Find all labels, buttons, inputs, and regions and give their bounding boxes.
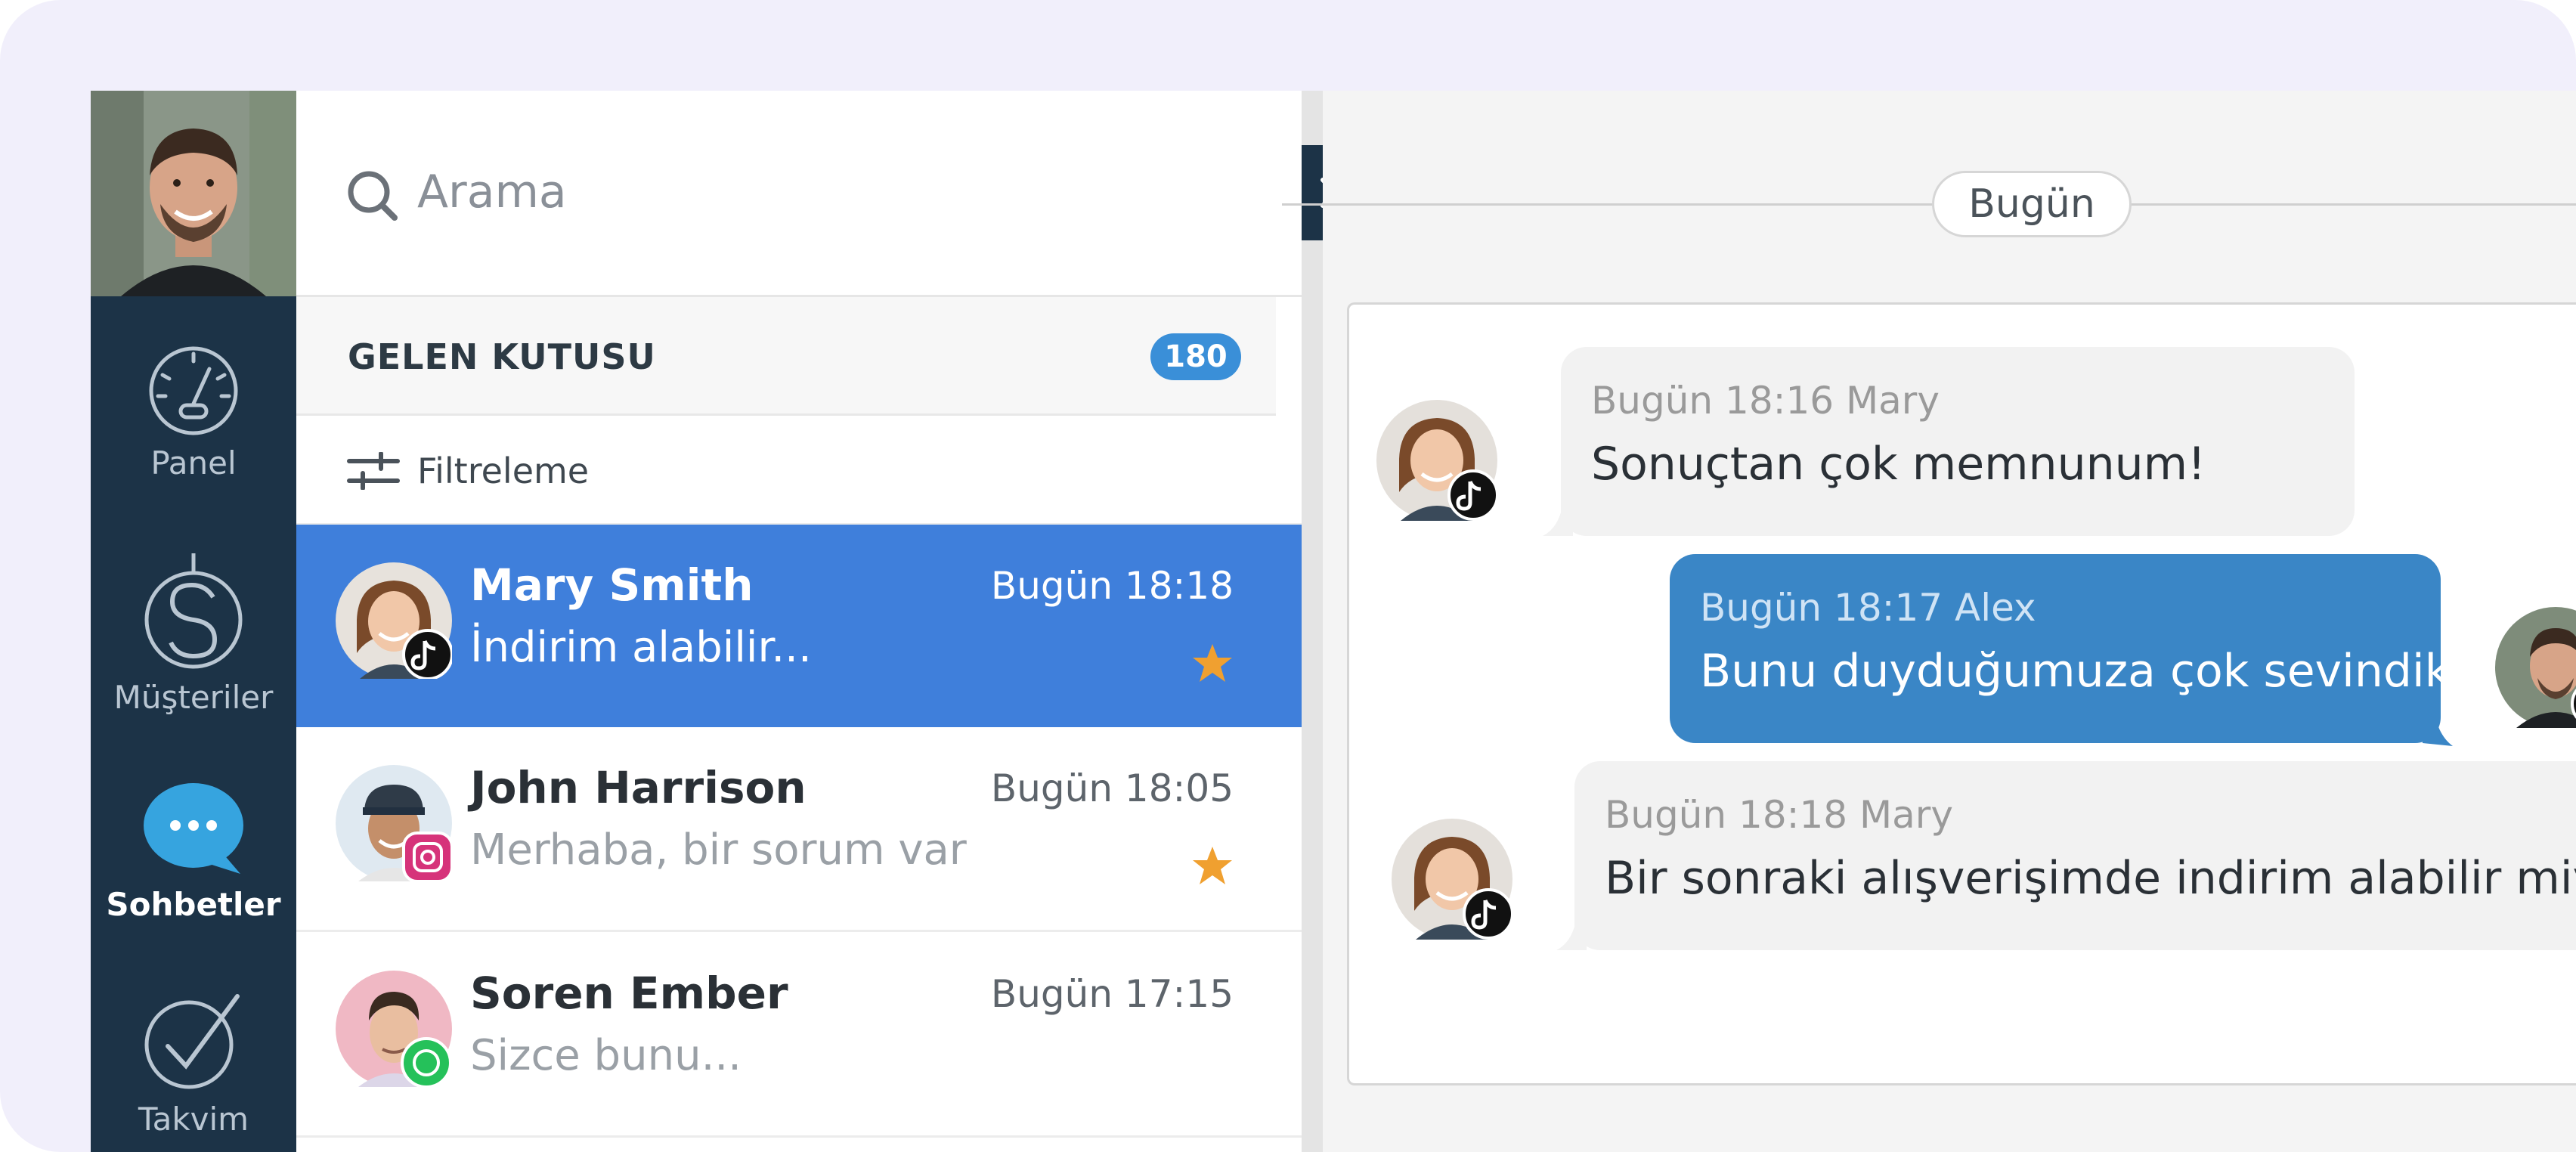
- inbox-count-badge: 180: [1150, 333, 1241, 380]
- dollar-icon: [144, 553, 243, 669]
- message-avatar: [1376, 400, 1497, 521]
- inbox-header: GELEN KUTUSU 180: [296, 297, 1276, 416]
- user-avatar[interactable]: [91, 91, 296, 296]
- bubble-tail: [1556, 911, 1587, 950]
- bubble-tail: [1543, 497, 1573, 536]
- day-separator-pill: Bugün: [1932, 171, 2132, 237]
- star-icon[interactable]: [1191, 643, 1234, 683]
- day-separator-line: [1282, 203, 2576, 206]
- conversation-time: Bugün 18:05: [990, 766, 1234, 810]
- check-circle-icon: [144, 994, 240, 1089]
- message-avatar: [1392, 819, 1512, 940]
- tiktok-icon: [1447, 469, 1497, 521]
- nav-panel[interactable]: Panel: [91, 345, 296, 482]
- contact-name: Mary Smith: [470, 559, 754, 611]
- conversation-row[interactable]: Soren Ember Bugün 17:15 Sizce bunu...: [296, 933, 1302, 1138]
- tiktok-icon: [1463, 888, 1512, 940]
- instagram-icon: [402, 831, 452, 881]
- message-meta: Bugün 18:18 Mary: [1605, 793, 1953, 837]
- sliders-icon: [347, 452, 400, 490]
- app-window: Panel Müşteriler Sohbetler Takvim Arama …: [91, 91, 2576, 1152]
- message-bubble: Bugün 18:18 Mary Bir sonraki alışverişim…: [1574, 761, 2576, 950]
- whatsapp-icon: [401, 1037, 452, 1087]
- chat-pane: Bugün Bugün 18:16 Mary Sonuçtan çok memn…: [1282, 91, 2576, 1152]
- filter-button[interactable]: Filtreleme: [296, 416, 1302, 525]
- message-avatar: [2495, 607, 2576, 728]
- contact-name: Soren Ember: [470, 968, 788, 1019]
- conversation-time: Bugün 17:15: [990, 972, 1234, 1016]
- conversation-row[interactable]: John Harrison Bugün 18:05 Merhaba, bir s…: [296, 727, 1302, 932]
- message-bubble: Bugün 18:17 Alex Bunu duyduğumuza çok se…: [1670, 554, 2469, 743]
- message-text: Bir sonraki alışverişimde indirim alabil…: [1605, 852, 2576, 905]
- message-meta: Bugün 18:17 Alex: [1700, 586, 2036, 630]
- tiktok-icon: [402, 629, 452, 679]
- message-preview: Merhaba, bir sorum var: [470, 825, 967, 875]
- message-bubble: Bugün 18:16 Mary Sonuçtan çok memnunum!: [1561, 347, 2355, 536]
- conversation-row[interactable]: Mary Smith Bugün 18:18 İndirim alabilir.…: [296, 525, 1302, 727]
- message-preview: İndirim alabilir...: [470, 623, 812, 672]
- message-thread: Bugün 18:16 Mary Sonuçtan çok memnunum! …: [1347, 302, 2576, 1085]
- nav-calendar[interactable]: Takvim: [91, 990, 296, 1138]
- panel-divider[interactable]: [1302, 91, 1323, 1152]
- nav-chats[interactable]: Sohbetler: [91, 780, 296, 923]
- nav-label: Sohbetler: [106, 886, 281, 923]
- message-text: Bunu duyduğumuza çok sevindik!: [1700, 645, 2469, 698]
- gauge-icon: [149, 346, 238, 435]
- chat-bubble-icon: [144, 783, 243, 874]
- message-text: Sonuçtan çok memnunum!: [1591, 438, 2206, 491]
- user-avatar-photo: [91, 91, 296, 296]
- bubble-tail: [2423, 704, 2453, 746]
- nav-label: Takvim: [138, 1101, 249, 1138]
- message-preview: Sizce bunu...: [470, 1031, 742, 1080]
- contact-avatar: [336, 971, 452, 1087]
- message-meta: Bugün 18:16 Mary: [1591, 379, 1940, 423]
- conversation-list-panel: GELEN KUTUSU 180 Filtreleme: [296, 91, 1302, 1152]
- inbox-title: GELEN KUTUSU: [348, 336, 656, 377]
- nav-label: Müşteriler: [113, 679, 274, 716]
- search-bar: [296, 91, 1302, 297]
- filter-label: Filtreleme: [417, 451, 590, 491]
- contact-name: John Harrison: [470, 762, 807, 813]
- nav-customers[interactable]: Müşteriler: [91, 553, 296, 716]
- search-icon: [348, 171, 398, 221]
- star-icon[interactable]: [1191, 845, 1234, 886]
- search-input[interactable]: [416, 157, 1099, 227]
- contact-avatar: [336, 562, 452, 679]
- sidebar-rail: Panel Müşteriler Sohbetler Takvim: [91, 91, 296, 1152]
- contact-avatar: [336, 765, 452, 881]
- nav-label: Panel: [150, 444, 237, 482]
- conversation-time: Bugün 18:18: [990, 564, 1234, 608]
